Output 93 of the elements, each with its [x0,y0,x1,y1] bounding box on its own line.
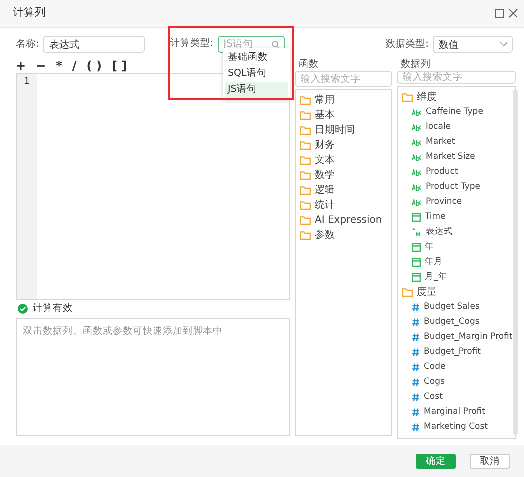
data-column-item[interactable]: 年 [402,240,513,255]
function-category[interactable]: 数学 [300,168,382,183]
operator-button[interactable]: / [72,60,77,72]
status-text: 计算有效 [33,302,73,316]
folder-item[interactable]: 度量 [402,285,513,300]
hash-icon [412,303,420,312]
data-column-item[interactable]: Budget_Profit [402,345,513,360]
folder-icon [402,93,413,102]
data-column-item[interactable]: Cogs [402,375,513,390]
folder-icon [300,231,311,240]
function-category[interactable]: 日期时间 [300,123,382,138]
data-column-item[interactable]: Market [402,135,513,150]
data-column-item[interactable]: Province [402,195,513,210]
search-icon [272,41,280,49]
data-column-item[interactable]: Code [402,360,513,375]
hash-icon [412,393,420,402]
operator-button[interactable]: * [56,60,62,72]
function-category[interactable]: 文本 [300,153,382,168]
data-column-item[interactable]: Time [402,210,513,225]
name-label: 名称: [16,38,40,52]
panel-title: 数据列 [400,58,432,71]
data-type-select[interactable]: 数值 [433,36,513,53]
data-column-item[interactable]: Cost [402,390,513,405]
operator-button[interactable]: ( ) [86,60,102,72]
function-category[interactable]: 逻辑 [300,183,382,198]
function-category[interactable]: 常用 [300,93,382,108]
function-category[interactable]: 财务 [300,138,382,153]
data-column-item[interactable]: 月_年 [402,270,513,285]
data-column-item[interactable]: locale [402,120,513,135]
operator-button[interactable]: + [16,60,26,72]
window-title: 计算列 [13,5,46,22]
folder-icon [300,96,311,105]
search-field[interactable]: 输入搜索文字 [397,71,516,84]
hash-icon [412,408,420,417]
hash-icon [412,333,420,342]
cancel-button[interactable]: 取消 [470,454,510,468]
folder-icon [300,216,311,225]
text-type-icon [412,109,422,116]
data-column-item[interactable]: Product Type [402,180,513,195]
dropdown-option[interactable]: 基础函数 [225,50,288,66]
data-column-item[interactable]: Product [402,165,513,180]
line-number: 1 [23,76,31,89]
hash-icon [412,348,420,357]
folder-icon [300,141,311,150]
data-column-item[interactable]: Budget_Margin Profit [402,330,513,345]
calendar-icon [412,243,421,252]
name-field[interactable]: 表达式 [43,36,146,53]
caret-icon [500,42,508,47]
text-type-icon [412,139,422,146]
function-category[interactable]: AI Expression [300,213,382,228]
search-field[interactable]: 输入搜索文字 [295,71,392,87]
hash-icon [412,318,420,327]
hash-icon [412,363,420,372]
folder-icon [300,186,311,195]
maximize-icon[interactable] [495,9,504,18]
calendar-icon [412,273,421,282]
text-type-icon [412,184,422,191]
operator-button[interactable]: [ ] [112,60,128,72]
data-column-item[interactable]: Budget Sales [402,300,513,315]
calendar-icon [412,213,421,222]
text-type-icon [412,154,422,161]
data-column-item[interactable]: Caffeine Type [402,105,513,120]
folder-icon [300,126,311,135]
calc-type-label: 计算类型: [170,37,214,52]
folder-icon [300,171,311,180]
hint-field[interactable]: 双击数据列、函数或参数可快速添加到脚本中 [16,318,290,436]
hash-icon [412,378,420,387]
close-icon[interactable] [509,9,518,18]
data-column-item[interactable]: Marginal Profit [402,405,513,420]
folder-icon [300,201,311,210]
calendar-icon [412,258,421,267]
dropdown-option[interactable]: JS语句 [225,82,288,98]
folder-icon [402,288,413,297]
operator-button[interactable]: − [36,60,46,72]
folder-icon [300,156,311,165]
panel-title: 函数 [298,58,320,71]
data-column-item[interactable]: 表达式 [402,225,513,240]
folder-icon [300,111,311,120]
hash-icon [412,423,420,432]
function-category[interactable]: 基本 [300,108,382,123]
text-type-icon [412,124,422,131]
data-type-label: 数据类型: [386,38,429,52]
function-category[interactable]: 统计 [300,198,382,213]
function-category[interactable]: 参数 [300,228,382,243]
data-column-item[interactable]: 年月 [402,255,513,270]
scrollbar[interactable] [512,90,518,435]
folder-item[interactable]: 维度 [402,90,513,105]
data-column-item[interactable]: Marketing Cost [402,420,513,435]
data-column-item[interactable]: Budget_Cogs [402,315,513,330]
text-type-icon [412,199,422,206]
text-type-icon [412,169,422,176]
data-column-item[interactable]: Market Size [402,150,513,165]
calculated-field-icon [412,228,422,237]
